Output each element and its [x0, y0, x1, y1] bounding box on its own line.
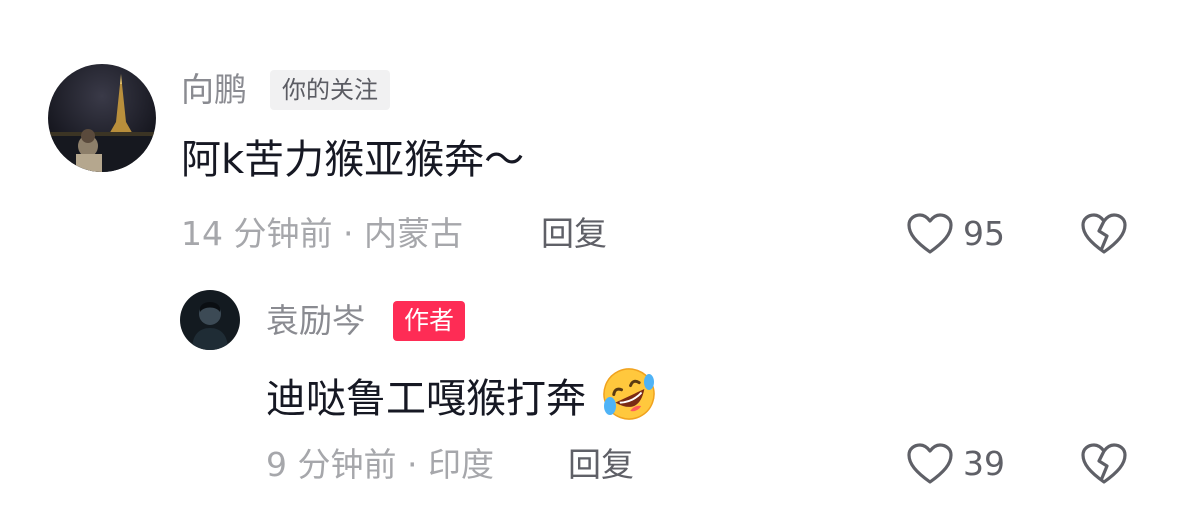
heart-icon[interactable]	[906, 212, 954, 256]
heart-icon[interactable]	[906, 442, 954, 486]
comment-item: 向鹏 你的关注 阿k苦力猴亚猴奔～ 14 分钟前 · 内蒙古 回复 95	[0, 0, 1179, 270]
comment-username[interactable]: 向鹏	[181, 70, 247, 110]
following-badge: 你的关注	[270, 70, 390, 110]
comment-text: 阿k苦力猴亚猴奔～	[181, 137, 525, 183]
portrait-avatar-image	[180, 290, 240, 350]
reply-text-content: 迪哒鲁工嘎猴打奔	[266, 376, 586, 422]
avatar[interactable]	[180, 290, 240, 350]
eiffel-tower-avatar-image	[48, 64, 156, 172]
reply-button[interactable]: 回复	[541, 212, 607, 256]
comment-meta: 14 分钟前 · 内蒙古	[181, 214, 463, 253]
broken-heart-icon[interactable]	[1080, 212, 1128, 256]
reply-button[interactable]: 回复	[568, 443, 634, 487]
broken-heart-icon[interactable]	[1080, 442, 1128, 486]
like-count: 39	[963, 444, 1005, 483]
reply-meta: 9 分钟前 · 印度	[266, 445, 494, 484]
author-badge: 作者	[393, 301, 466, 341]
rolling-on-floor-laughing-emoji-icon	[602, 368, 655, 420]
reply-text: 迪哒鲁工嘎猴打奔	[266, 366, 657, 425]
reply-item: 袁励岑 作者 迪哒鲁工嘎猴打奔 9 分钟前 · 印度 回复 39	[0, 270, 1179, 505]
like-count: 95	[963, 214, 1005, 253]
reply-username[interactable]: 袁励岑	[266, 301, 365, 341]
avatar[interactable]	[48, 64, 156, 172]
